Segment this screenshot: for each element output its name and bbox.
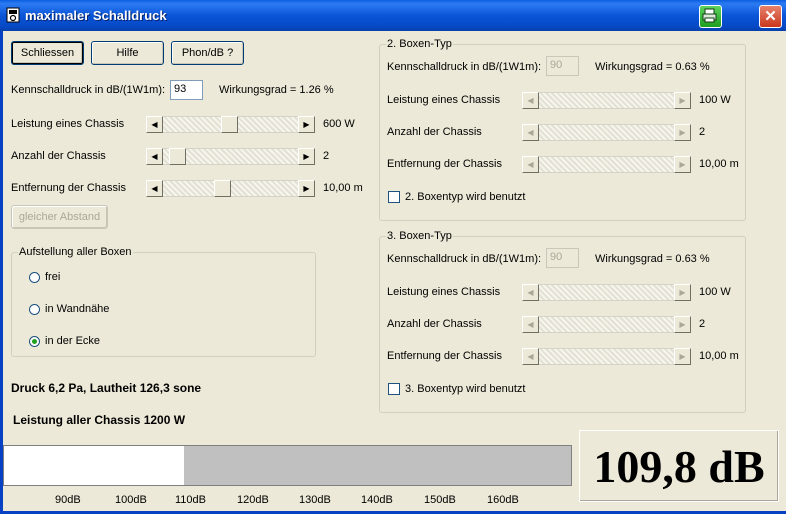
- scroll-right-arrow-icon[interactable]: ▶: [298, 180, 315, 197]
- meter-tick: 100dB: [115, 494, 147, 506]
- scroll-right-arrow-icon[interactable]: ▶: [674, 284, 691, 301]
- meter-tick: 120dB: [237, 494, 269, 506]
- scroll-right-arrow-icon[interactable]: ▶: [674, 348, 691, 365]
- entfernung-label: Entfernung der Chassis: [11, 182, 126, 194]
- scroll-left-arrow-icon[interactable]: ◀: [522, 92, 539, 109]
- scrollbar-thumb[interactable]: [169, 148, 186, 165]
- scrollbar-thumb[interactable]: [221, 116, 238, 133]
- schliessen-button[interactable]: Schliessen: [11, 41, 84, 65]
- radio-ecke-label: in der Ecke: [45, 335, 101, 347]
- leistung-label: Leistung eines Chassis: [11, 118, 125, 130]
- app-icon: [6, 7, 20, 23]
- leistung-scrollbar[interactable]: ◀ ▶: [146, 116, 315, 133]
- meter-tick: 140dB: [361, 494, 393, 506]
- scroll-right-arrow-icon[interactable]: ▶: [674, 156, 691, 173]
- meter-tick: 90dB: [55, 494, 81, 506]
- wirkungsgrad-text: Wirkungsgrad = 1.26 %: [219, 84, 334, 96]
- scroll-left-arrow-icon[interactable]: ◀: [146, 148, 163, 165]
- box3-anzahl-value: 2: [699, 318, 706, 330]
- anzahl-label: Anzahl der Chassis: [11, 150, 106, 162]
- druck-result: Druck 6,2 Pa, Lautheit 126,3 sone: [11, 381, 202, 395]
- scroll-right-arrow-icon[interactable]: ▶: [674, 92, 691, 109]
- scroll-left-arrow-icon[interactable]: ◀: [522, 156, 539, 173]
- db-readout-panel: 109,8 dB: [579, 430, 779, 502]
- leistung-result: Leistung aller Chassis 1200 W: [13, 413, 186, 427]
- radio-frei-label: frei: [45, 271, 61, 283]
- title-bar[interactable]: maximaler Schalldruck ✕: [0, 0, 786, 31]
- scroll-left-arrow-icon[interactable]: ◀: [146, 116, 163, 133]
- printer-icon: [702, 8, 717, 23]
- box2-anzahl-value: 2: [699, 126, 706, 138]
- box3-title: 3. Boxen-Typ: [386, 230, 453, 242]
- aufstellung-title: Aufstellung aller Boxen: [18, 246, 133, 258]
- radio-selected-dot: [32, 339, 37, 344]
- box3-entfernung-value: 10,00 m: [699, 350, 739, 362]
- box3-leistung-scrollbar[interactable]: ◀ ▶: [522, 284, 691, 301]
- entfernung-value: 10,00 m: [323, 182, 363, 194]
- scroll-left-arrow-icon[interactable]: ◀: [522, 124, 539, 141]
- box2-anzahl-label: Anzahl der Chassis: [387, 126, 482, 138]
- meter-tick: 130dB: [299, 494, 331, 506]
- radio-wandnaehe[interactable]: [29, 304, 40, 315]
- box3-entfernung-label: Entfernung der Chassis: [387, 350, 502, 362]
- scroll-left-arrow-icon[interactable]: ◀: [146, 180, 163, 197]
- scroll-left-arrow-icon[interactable]: ◀: [522, 348, 539, 365]
- scroll-right-arrow-icon[interactable]: ▶: [674, 316, 691, 333]
- scroll-right-arrow-icon[interactable]: ▶: [298, 148, 315, 165]
- box2-title: 2. Boxen-Typ: [386, 38, 453, 50]
- db-readout: 109,8 dB: [593, 441, 765, 492]
- box2-checkbox-label: 2. Boxentyp wird benutzt: [405, 191, 526, 203]
- level-meter-fill: [4, 446, 184, 485]
- box3-entfernung-scrollbar[interactable]: ◀ ▶: [522, 348, 691, 365]
- box3-checkbox[interactable]: [388, 383, 400, 395]
- box2-wirkungsgrad: Wirkungsgrad = 0.63 %: [595, 61, 710, 73]
- hilfe-button[interactable]: Hilfe: [91, 41, 164, 65]
- box2-kennschalldruck-label: Kennschalldruck in dB/(1W1m):: [387, 61, 542, 73]
- anzahl-scrollbar[interactable]: ◀ ▶: [146, 148, 315, 165]
- phon-db-button[interactable]: Phon/dB ?: [171, 41, 244, 65]
- scrollbar-thumb[interactable]: [214, 180, 231, 197]
- box2-entfernung-value: 10,00 m: [699, 158, 739, 170]
- box3-anzahl-scrollbar[interactable]: ◀ ▶: [522, 316, 691, 333]
- box3-leistung-label: Leistung eines Chassis: [387, 286, 501, 298]
- box2-leistung-value: 100 W: [699, 94, 731, 106]
- box3-anzahl-label: Anzahl der Chassis: [387, 318, 482, 330]
- entfernung-scrollbar[interactable]: ◀ ▶: [146, 180, 315, 197]
- box2-kennschalldruck-input[interactable]: 90: [546, 56, 579, 76]
- box3-kennschalldruck-label: Kennschalldruck in dB/(1W1m):: [387, 253, 542, 265]
- kennschalldruck-label: Kennschalldruck in dB/(1W1m):: [11, 84, 166, 96]
- printer-button[interactable]: [699, 5, 722, 28]
- box3-kennschalldruck-input[interactable]: 90: [546, 248, 579, 268]
- box3-wirkungsgrad: Wirkungsgrad = 0.63 %: [595, 253, 710, 265]
- level-meter: [3, 445, 572, 486]
- box2-leistung-label: Leistung eines Chassis: [387, 94, 501, 106]
- scroll-left-arrow-icon[interactable]: ◀: [522, 284, 539, 301]
- box2-leistung-scrollbar[interactable]: ◀ ▶: [522, 92, 691, 109]
- anzahl-value: 2: [323, 150, 330, 162]
- meter-tick: 160dB: [487, 494, 519, 506]
- box3-leistung-value: 100 W: [699, 286, 731, 298]
- box2-entfernung-scrollbar[interactable]: ◀ ▶: [522, 156, 691, 173]
- radio-ecke[interactable]: [29, 336, 40, 347]
- radio-wandnaehe-label: in Wandnähe: [45, 303, 110, 315]
- leistung-value: 600 W: [323, 118, 355, 130]
- gleicher-abstand-button[interactable]: gleicher Abstand: [11, 205, 108, 229]
- radio-frei[interactable]: [29, 272, 40, 283]
- window-title: maximaler Schalldruck: [25, 8, 167, 23]
- kennschalldruck-input[interactable]: 93: [170, 80, 203, 100]
- close-button[interactable]: ✕: [759, 5, 782, 28]
- scroll-right-arrow-icon[interactable]: ▶: [674, 124, 691, 141]
- box2-entfernung-label: Entfernung der Chassis: [387, 158, 502, 170]
- scroll-right-arrow-icon[interactable]: ▶: [298, 116, 315, 133]
- box2-anzahl-scrollbar[interactable]: ◀ ▶: [522, 124, 691, 141]
- box2-checkbox[interactable]: [388, 191, 400, 203]
- box3-checkbox-label: 3. Boxentyp wird benutzt: [405, 383, 526, 395]
- meter-tick: 150dB: [424, 494, 456, 506]
- meter-tick: 110dB: [175, 494, 206, 506]
- scroll-left-arrow-icon[interactable]: ◀: [522, 316, 539, 333]
- close-icon: ✕: [764, 8, 777, 25]
